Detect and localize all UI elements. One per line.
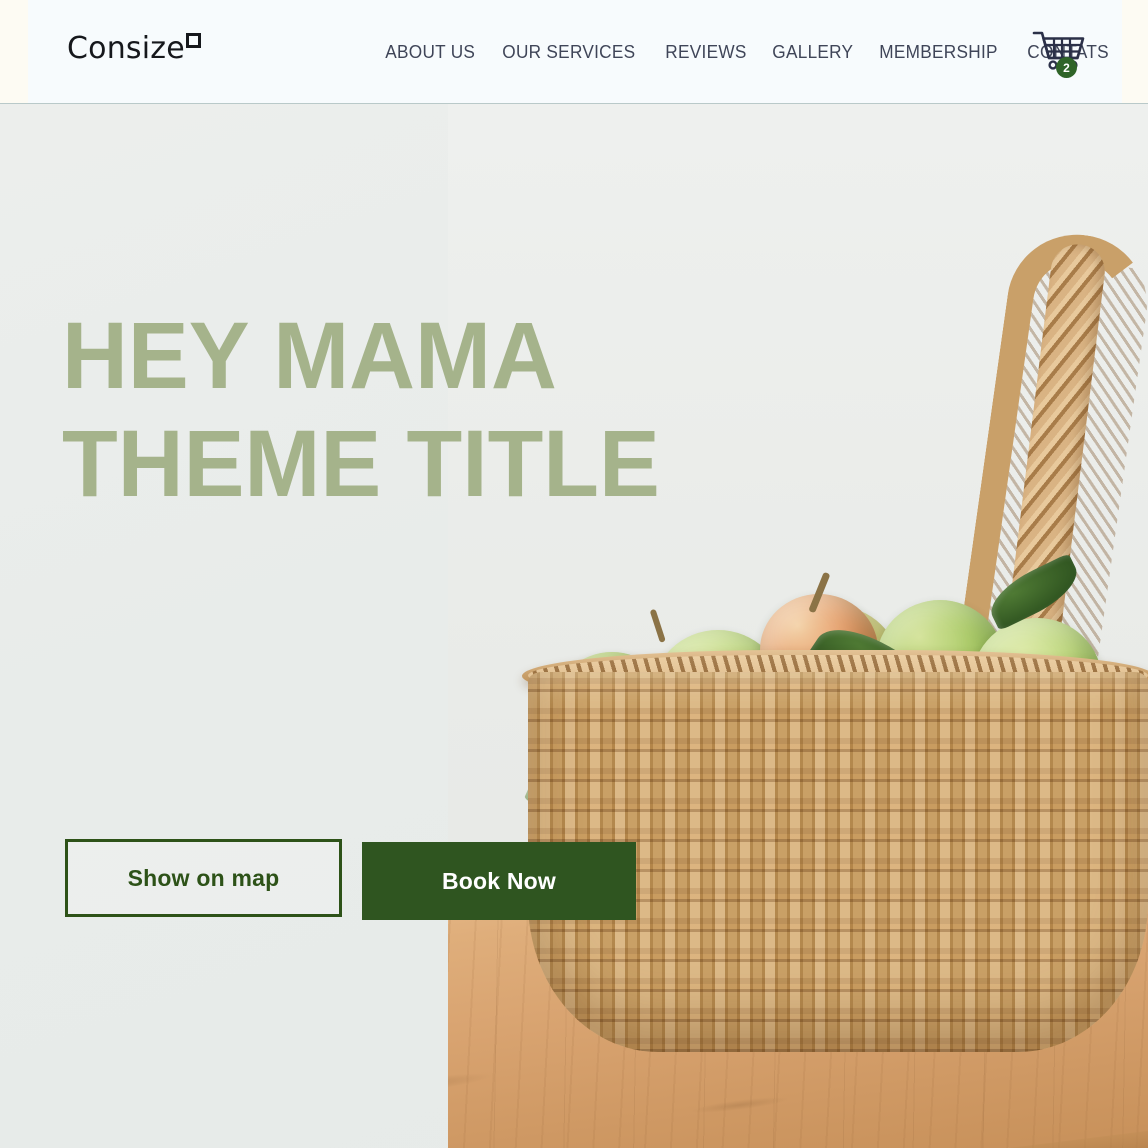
- nav-item-reviews[interactable]: REVIEWS: [656, 41, 756, 63]
- hero-image: [448, 104, 1148, 1148]
- cart-count-badge: 2: [1056, 57, 1077, 78]
- header-right-edge-strip: [1122, 0, 1148, 103]
- nav-item-our-services[interactable]: OUR SERVICES: [493, 41, 645, 63]
- cart-button[interactable]: 2: [1032, 30, 1086, 78]
- brand-name: Consize: [67, 31, 185, 66]
- square-outline-icon: [185, 33, 201, 48]
- show-on-map-button[interactable]: Show on map: [65, 839, 342, 917]
- wicker-basket: [522, 225, 1148, 1052]
- header-left-edge-strip: [0, 0, 28, 103]
- site-header: Consize ABOUT US OUR SERVICES REVIEWS GA…: [0, 0, 1148, 104]
- nav-item-about-us[interactable]: ABOUT US: [376, 41, 484, 63]
- book-now-button[interactable]: Book Now: [362, 842, 636, 920]
- hero-section: Hey Mama Theme Title Show on map Book No…: [0, 104, 1148, 1148]
- brand-logo[interactable]: Consize: [67, 32, 201, 66]
- main-navigation: ABOUT US OUR SERVICES REVIEWS GALLERY ME…: [376, 0, 1125, 104]
- nav-item-gallery[interactable]: GALLERY: [763, 41, 863, 63]
- page-title: Hey Mama Theme Title: [62, 303, 660, 517]
- nav-item-membership[interactable]: MEMBERSHIP: [870, 41, 1007, 63]
- hero-cta-group: Show on map Book Now: [65, 839, 636, 920]
- apple-stem: [649, 608, 666, 643]
